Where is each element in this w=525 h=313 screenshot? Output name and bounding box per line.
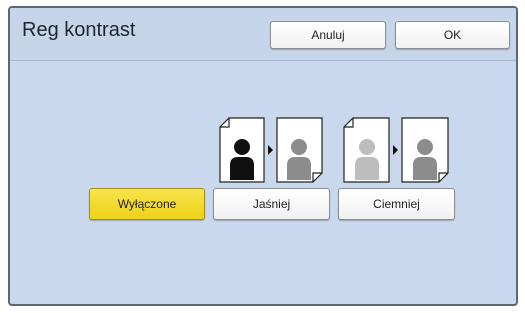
dialog-header: Reg kontrast Anuluj OK — [10, 8, 516, 61]
light-to-gray-figure-icon — [343, 117, 449, 183]
dialog-title: Reg kontrast — [22, 19, 136, 41]
dark-to-gray-figure-icon — [219, 117, 323, 183]
ok-button[interactable]: OK — [395, 21, 510, 49]
cancel-button[interactable]: Anuluj — [270, 21, 386, 49]
lighter-illustration — [219, 117, 325, 183]
lighter-option-button[interactable]: Jaśniej — [213, 188, 330, 220]
contrast-dialog: Reg kontrast Anuluj OK Wyłączone Jaśniej… — [8, 6, 518, 306]
off-option-button[interactable]: Wyłączone — [89, 188, 205, 220]
darker-illustration — [343, 117, 451, 183]
darker-option-button[interactable]: Ciemniej — [338, 188, 455, 220]
